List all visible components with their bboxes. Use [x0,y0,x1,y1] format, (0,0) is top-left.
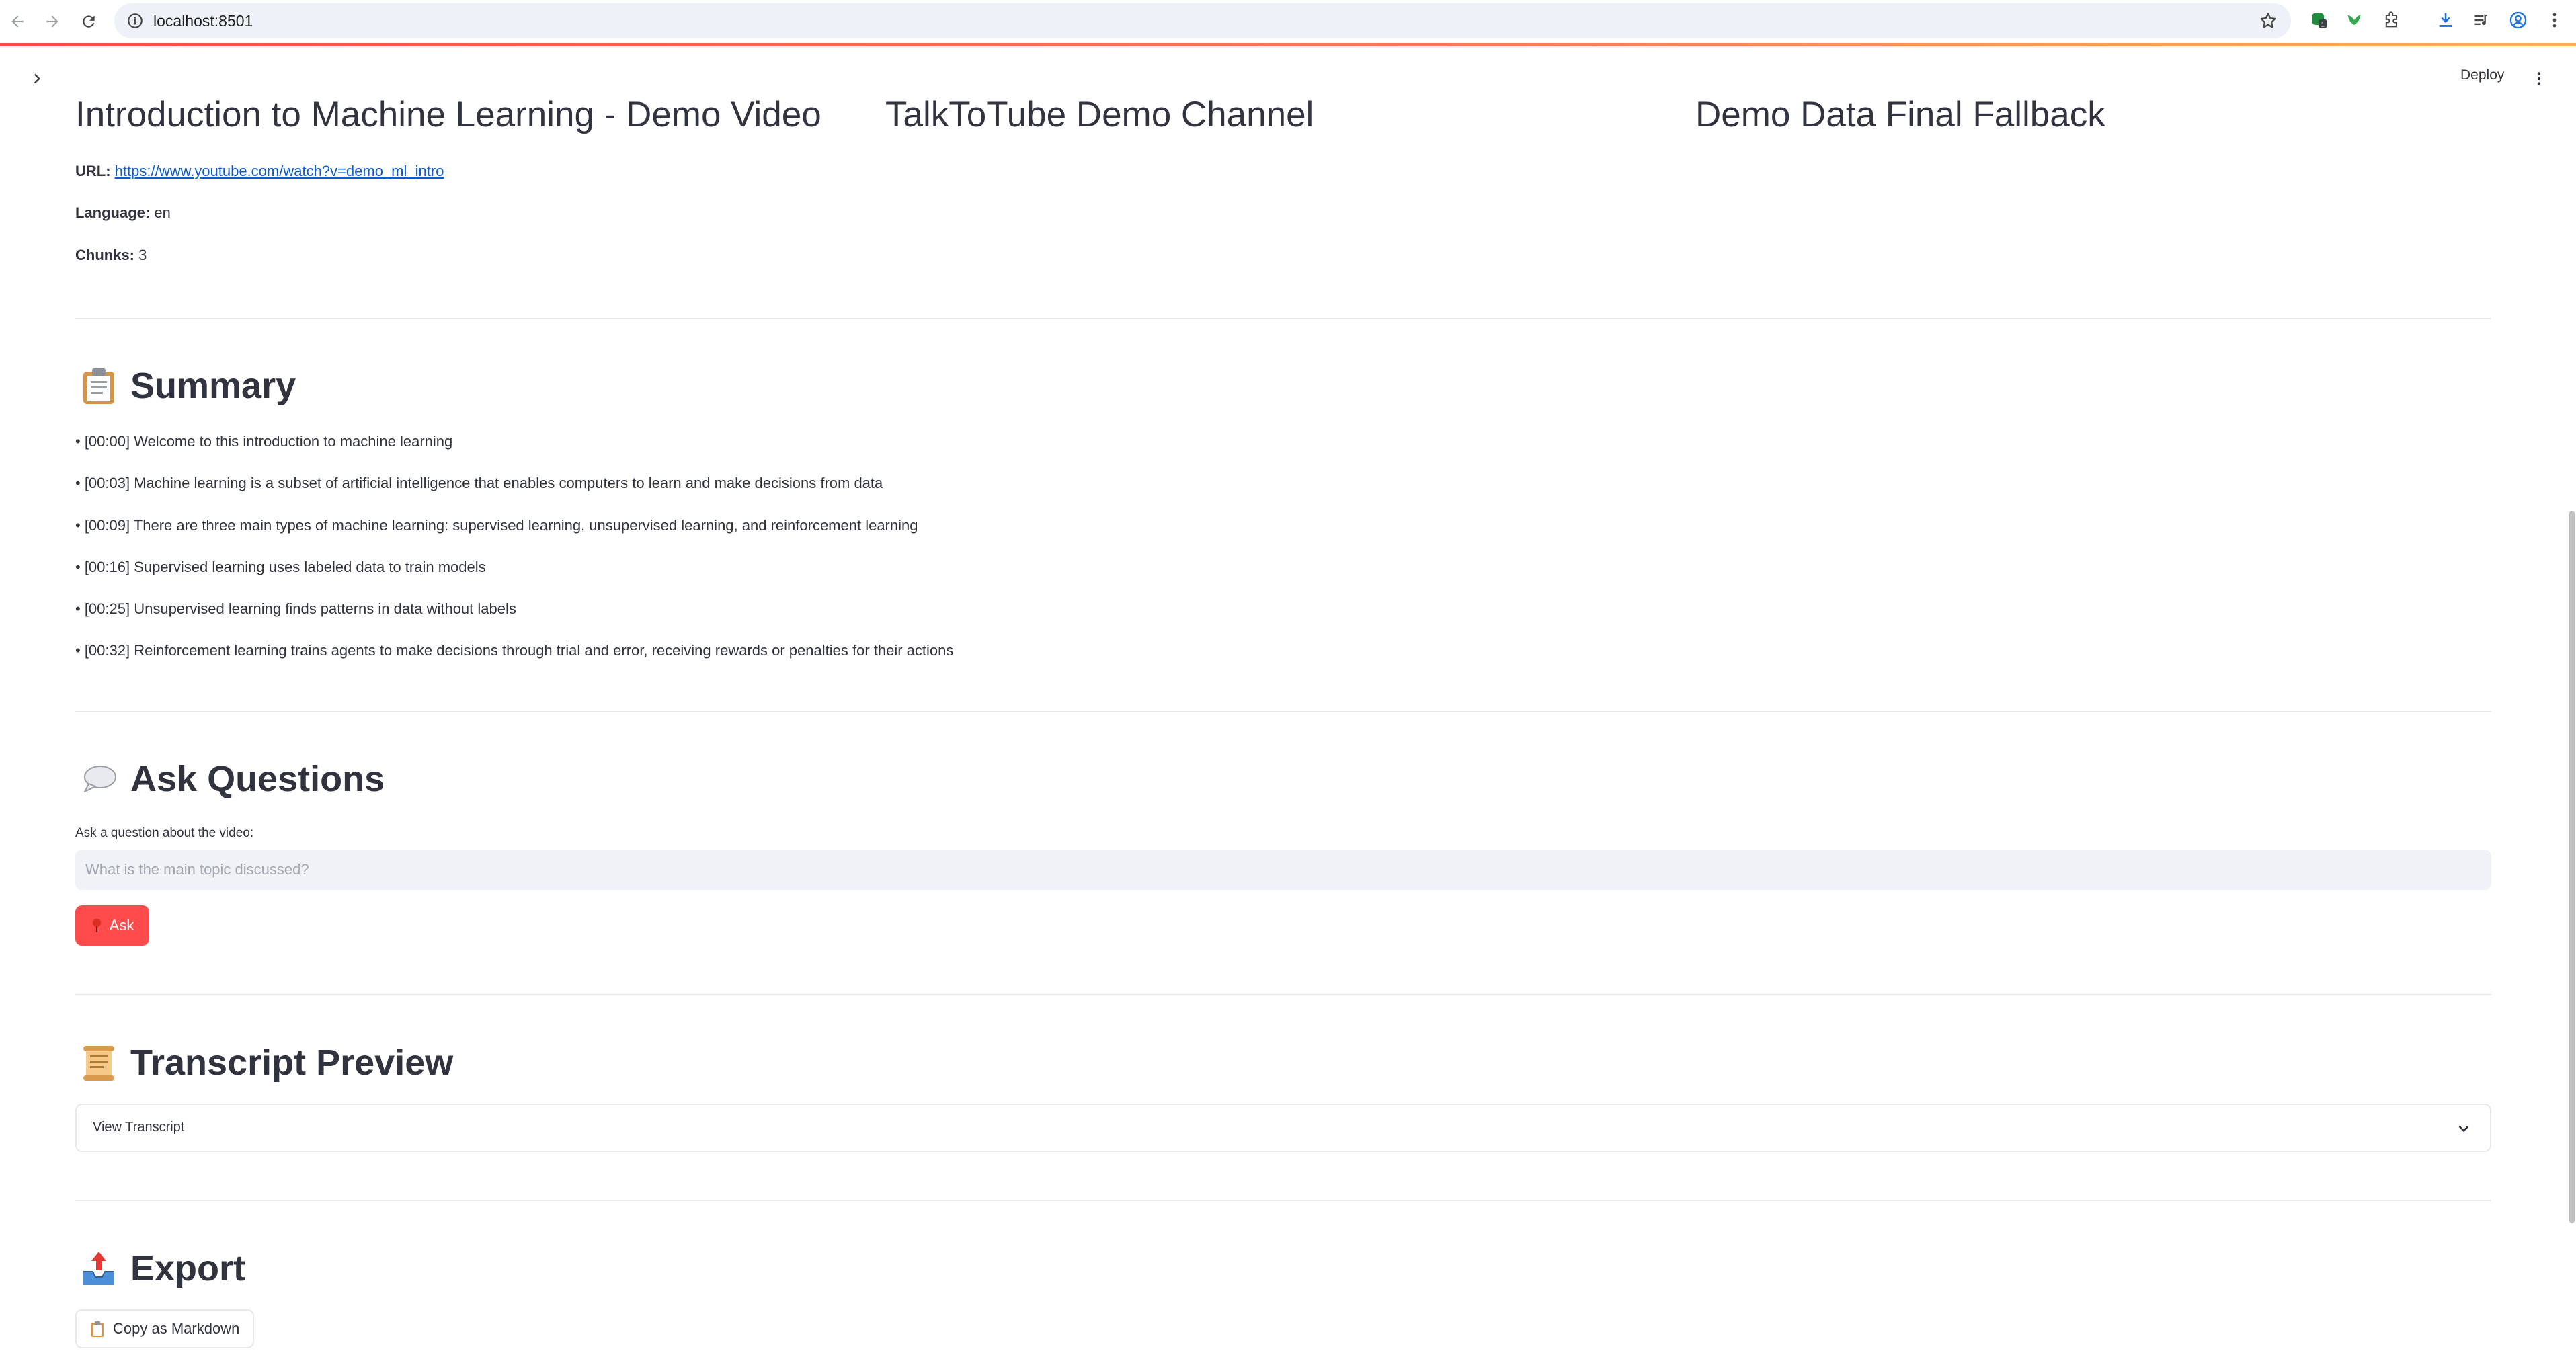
questions-heading-text: Ask Questions [130,759,385,799]
chunks-value: 3 [138,247,147,263]
reload-icon[interactable] [75,8,102,35]
ask-button[interactable]: Ask [75,905,149,946]
bookmark-star-icon[interactable] [2259,11,2278,30]
summary-item: • [00:25] Unsupervised learning finds pa… [75,600,516,617]
extensions-puzzle-icon[interactable] [2381,9,2403,31]
extension-badge-icon[interactable]: 1 [2308,9,2330,31]
browser-toolbar: localhost:8501 1 [0,0,2576,43]
address-bar[interactable]: localhost:8501 [114,3,2291,38]
url-label: URL: [75,163,111,179]
data-source: Demo Data Final Fallback [1695,95,2105,134]
transcript-expander[interactable]: View Transcript [75,1104,2491,1152]
divider [75,318,2491,319]
menu-icon[interactable] [2544,9,2565,31]
summary-item: • [00:32] Reinforcement learning trains … [75,642,954,659]
divider [75,711,2491,712]
sidebar-expand-icon[interactable] [26,67,48,90]
summary-heading: Summary [81,365,296,407]
questions-heading: Ask Questions [81,758,385,800]
video-url-link[interactable]: https://www.youtube.com/watch?v=demo_ml_… [115,163,444,179]
clipboard-emoji-icon [91,1321,104,1337]
summary-item: • [00:16] Supervised learning uses label… [75,559,486,575]
copy-markdown-button[interactable]: Copy as Markdown [75,1309,255,1348]
forward-icon[interactable] [39,8,66,35]
language-value: en [154,204,171,221]
url-text[interactable]: localhost:8501 [153,12,253,30]
svg-text:1: 1 [2321,21,2325,28]
channel-name: TalkToTube Demo Channel [885,95,1314,134]
media-controls-icon[interactable] [2471,9,2493,31]
export-heading-text: Export [130,1248,246,1288]
download-icon[interactable] [2435,9,2456,31]
extension-icon[interactable] [2343,9,2365,31]
ask-button-label: Ask [109,917,134,934]
question-input-label: Ask a question about the video: [75,826,254,840]
outbox-tray-emoji-icon [83,1252,114,1285]
summary-item: • [00:03] Machine learning is a subset o… [75,475,883,491]
language-label: Language: [75,204,151,221]
scroll-emoji-icon [83,1046,114,1081]
page-scrollbar[interactable] [2569,511,2575,1223]
video-title: Introduction to Machine Learning - Demo … [75,95,821,134]
transcript-heading-text: Transcript Preview [130,1042,454,1083]
site-info-icon[interactable] [126,12,144,30]
chunks-label: Chunks: [75,247,134,263]
chevron-down-icon[interactable] [2455,1120,2472,1137]
summary-item: • [00:00] Welcome to this introduction t… [75,433,453,450]
pushpin-icon [92,919,101,932]
summary-heading-text: Summary [130,366,296,406]
export-heading: Export [81,1247,245,1289]
app-decoration-bar [0,43,2576,46]
question-input[interactable] [75,850,2491,890]
url-row: URL: https://www.youtube.com/watch?v=dem… [75,163,444,180]
speech-bubble-emoji-icon [84,766,116,792]
transcript-expander-label[interactable]: View Transcript [93,1120,184,1135]
divider [75,994,2491,995]
transcript-heading: Transcript Preview [81,1042,453,1083]
clipboard-emoji-icon [83,368,114,404]
chunks-row: Chunks: 3 [75,247,147,264]
language-row: Language: en [75,204,171,222]
main-menu-icon[interactable] [2529,67,2549,90]
copy-markdown-label: Copy as Markdown [113,1320,240,1337]
back-icon[interactable] [4,8,31,35]
summary-item: • [00:09] There are three main types of … [75,517,918,534]
divider [75,1200,2491,1201]
deploy-button[interactable]: Deploy [2460,67,2504,83]
profile-icon[interactable] [2507,9,2529,31]
